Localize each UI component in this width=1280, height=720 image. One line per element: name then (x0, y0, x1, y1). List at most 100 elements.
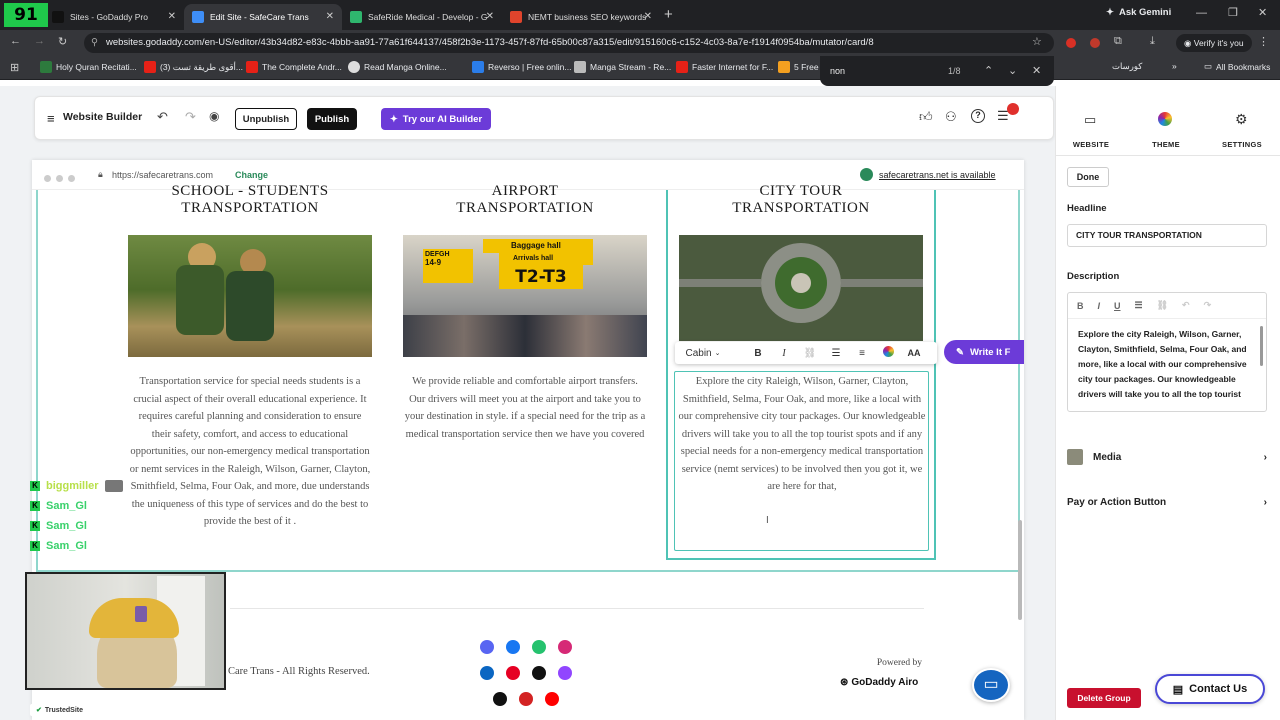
bookmark-item[interactable]: (3) أقوى طريقة تست... (144, 61, 243, 73)
apps-grid-icon[interactable]: ⊞ (10, 61, 19, 74)
domain-available-link[interactable]: safecaretrans.net is available (879, 170, 996, 180)
facebook-icon[interactable] (506, 640, 520, 654)
find-next-icon[interactable]: ⌄ (1008, 64, 1017, 77)
close-tab-icon[interactable]: ✕ (486, 11, 494, 22)
unpublish-button[interactable]: Unpublish (235, 108, 297, 130)
bold-icon[interactable]: B (1077, 301, 1084, 311)
godaddy-airo-logo[interactable]: ⊛ GoDaddy Airo (840, 677, 918, 688)
bold-icon[interactable]: B (745, 348, 771, 359)
city-aerial-photo[interactable] (679, 235, 923, 341)
back-icon[interactable]: ← (10, 35, 21, 47)
bookmark-item[interactable]: The Complete Andr... (246, 61, 342, 73)
reload-icon[interactable]: ↻ (58, 35, 67, 48)
verify-profile-button[interactable]: ◉ Verify it's you (1176, 34, 1252, 52)
bookmark-item[interactable]: Manga Stream - Re... (574, 61, 671, 73)
redo-icon[interactable]: ↷ (185, 109, 196, 125)
bookmark-item[interactable]: Faster Internet for F... (676, 61, 773, 73)
underline-icon[interactable]: U (1114, 301, 1121, 311)
browser-menu-icon[interactable]: ⋮ (1258, 35, 1269, 48)
find-close-icon[interactable]: ✕ (1032, 64, 1041, 77)
card-title[interactable]: AIRPORT TRANSPORTATION (400, 183, 650, 217)
bookmark-item[interactable]: كورسات (1112, 61, 1142, 72)
close-tab-icon[interactable]: ✕ (644, 11, 652, 22)
youtube-icon[interactable] (545, 692, 559, 706)
canvas-scrollbar[interactable] (1018, 520, 1022, 620)
preview-eye-icon[interactable]: ◉ (209, 109, 219, 123)
yelp-icon[interactable] (519, 692, 533, 706)
tab-saferide[interactable]: SafeRide Medical - Develop - G ✕ (342, 4, 502, 30)
find-input[interactable]: non (830, 66, 845, 76)
instagram-icon[interactable] (558, 640, 572, 654)
list-icon[interactable]: ☰ (1135, 300, 1143, 311)
bookmark-star-icon[interactable]: ☆ (1032, 35, 1042, 48)
bookmark-item[interactable]: Read Manga Online... (348, 61, 447, 73)
italic-icon[interactable]: I (771, 348, 797, 359)
link-icon[interactable]: ⛓ (797, 348, 823, 359)
description-scrollbar[interactable] (1260, 326, 1263, 366)
link-icon[interactable]: ⛓ (1157, 300, 1168, 311)
change-domain-link[interactable]: Change (235, 170, 268, 180)
tab-theme[interactable]: THEME (1136, 140, 1196, 149)
undo-icon[interactable]: ↶ (157, 109, 168, 125)
media-row[interactable]: Media › (1067, 449, 1267, 465)
description-editor[interactable]: B I U ☰ ⛓ ↶ ↷ Explore the city Raleigh, … (1067, 292, 1267, 412)
houzz-icon[interactable] (532, 640, 546, 654)
tab-sites-godaddy[interactable]: Sites - GoDaddy Pro ✕ (44, 4, 184, 30)
airport-photo[interactable]: Baggage hall Arrivals hall DEFGH 14-9 T2… (403, 235, 647, 357)
students-photo[interactable] (128, 235, 372, 357)
card-description[interactable]: We provide reliable and comfortable airp… (403, 373, 647, 443)
bookmark-item[interactable]: Holy Quran Recitati... (40, 61, 137, 73)
close-tab-icon[interactable]: ✕ (326, 11, 334, 22)
all-bookmarks-button[interactable]: ▭ All Bookmarks (1204, 61, 1270, 72)
tab-nemt-seo[interactable]: NEMT business SEO keywords ✕ (502, 4, 660, 30)
ai-builder-button[interactable]: ✦ Try our AI Builder (381, 108, 491, 130)
team-icon[interactable]: ⚇ (945, 109, 957, 125)
extension-icon[interactable] (1066, 38, 1076, 48)
undo-icon[interactable]: ↶ (1182, 300, 1190, 311)
find-previous-icon[interactable]: ⌃ (984, 64, 993, 77)
chat-bubble-icon[interactable]: ▭ (972, 668, 1010, 702)
hamburger-menu-icon[interactable]: ≡ (47, 111, 55, 126)
card-title[interactable]: SCHOOL - STUDENTS TRANSPORTATION (125, 183, 375, 217)
discord-icon[interactable] (480, 640, 494, 654)
italic-icon[interactable]: I (1098, 301, 1101, 311)
tab-settings[interactable]: SETTINGS (1212, 140, 1272, 149)
extensions-puzzle-icon[interactable]: ⧉ (1114, 35, 1122, 48)
headline-input[interactable]: CITY TOUR TRANSPORTATION (1067, 224, 1267, 247)
new-tab-icon[interactable]: + (664, 6, 673, 23)
publish-button[interactable]: Publish (307, 108, 357, 130)
twitch-icon[interactable] (558, 666, 572, 680)
card-title-selected[interactable]: CITY TOUR TRANSPORTATION (676, 183, 926, 217)
description-text[interactable]: Explore the city Raleigh, Wilson, Garner… (1068, 319, 1266, 407)
tab-website[interactable]: WEBSITE (1061, 140, 1121, 149)
linkedin-icon[interactable] (480, 666, 494, 680)
text-size-icon[interactable]: AA (901, 348, 927, 358)
pay-action-row[interactable]: Pay or Action Button › (1067, 497, 1267, 508)
bookmark-item[interactable]: Reverso | Free onlin... (472, 61, 571, 73)
bullet-list-icon[interactable]: ☰ (823, 348, 849, 359)
tiktok-icon[interactable] (532, 666, 546, 680)
x-twitter-icon[interactable] (493, 692, 507, 706)
tab-edit-site[interactable]: Edit Site - SafeCare Trans ✕ (184, 4, 342, 30)
thumbs-up-icon[interactable]: 👍︎ (919, 109, 933, 125)
maximize-icon[interactable]: ❐ (1228, 6, 1238, 19)
pinterest-icon[interactable] (506, 666, 520, 680)
extension-icon[interactable] (1090, 38, 1100, 48)
url-input[interactable]: ⚲ websites.godaddy.com/en-US/editor/43b3… (84, 33, 1054, 53)
more-bookmarks-icon[interactable]: » (1172, 61, 1177, 71)
close-tab-icon[interactable]: ✕ (168, 11, 176, 22)
card-description-editing[interactable]: Explore the city Raleigh, Wilson, Garner… (678, 373, 926, 496)
help-icon[interactable]: ? (971, 109, 985, 123)
close-window-icon[interactable]: ✕ (1258, 6, 1267, 19)
text-color-icon[interactable] (875, 346, 901, 360)
write-it-button[interactable]: ✎ Write It F (944, 340, 1024, 364)
redo-icon[interactable]: ↷ (1204, 300, 1212, 311)
forward-icon[interactable]: → (34, 35, 45, 47)
site-info-icon[interactable]: ⚲ (91, 33, 98, 53)
bookmark-item[interactable]: 5 Free (778, 61, 819, 73)
ask-gemini-button[interactable]: ✦ Ask Gemini (1106, 7, 1171, 18)
delete-group-button[interactable]: Delete Group (1067, 688, 1141, 708)
done-button[interactable]: Done (1067, 167, 1109, 187)
contact-us-button[interactable]: ▤ Contact Us (1155, 674, 1265, 704)
download-icon[interactable]: ⤓ (1150, 35, 1155, 48)
